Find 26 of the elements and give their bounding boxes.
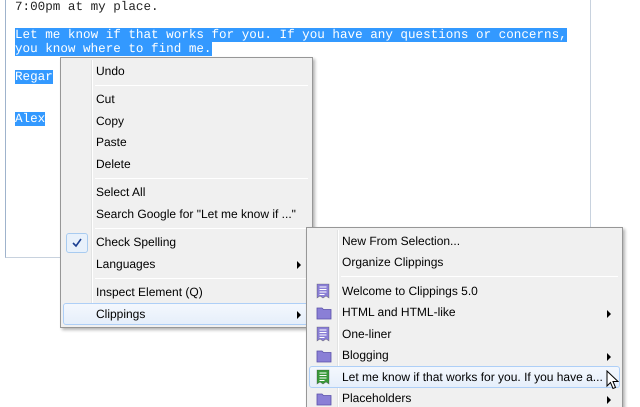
- menu-item[interactable]: Languages: [63, 253, 310, 274]
- submenu-arrow-icon: [297, 311, 301, 319]
- menu-item[interactable]: Inspect Element (Q): [63, 282, 310, 303]
- menu-item[interactable]: Paste: [63, 132, 310, 153]
- submenu-arrow-icon: [607, 310, 611, 318]
- menu-item[interactable]: Copy: [63, 110, 310, 132]
- menu-item[interactable]: Cut: [63, 88, 310, 110]
- menu-item[interactable]: New From Selection...: [309, 230, 620, 252]
- submenu-arrow-icon: [607, 396, 611, 404]
- menu-item[interactable]: Select All: [63, 182, 310, 203]
- menu-item[interactable]: Check Spelling: [63, 232, 310, 253]
- menu-item[interactable]: HTML and HTML-like: [309, 302, 620, 323]
- menu-item[interactable]: Search Google for "Let me know if ...": [63, 203, 310, 224]
- submenu-arrow-icon: [297, 261, 301, 269]
- menu-item[interactable]: Welcome to Clippings 5.0: [309, 280, 620, 302]
- submenu-arrow-icon: [607, 352, 611, 360]
- menu-item[interactable]: Let me know if that works for you. If you have a...: [309, 366, 620, 388]
- mouse-cursor-icon: [606, 370, 619, 390]
- menu-item[interactable]: Delete: [63, 153, 310, 174]
- menu-item[interactable]: Undo: [63, 60, 310, 82]
- menu-item[interactable]: Organize Clippings: [309, 252, 620, 273]
- menu-item[interactable]: One-liner: [309, 323, 620, 344]
- menu-item[interactable]: Blogging: [309, 344, 620, 366]
- text-line: 7:00pm at my place.: [15, 0, 159, 14]
- checkmark-icon: [66, 232, 88, 252]
- menu-item[interactable]: Placeholders: [309, 388, 620, 407]
